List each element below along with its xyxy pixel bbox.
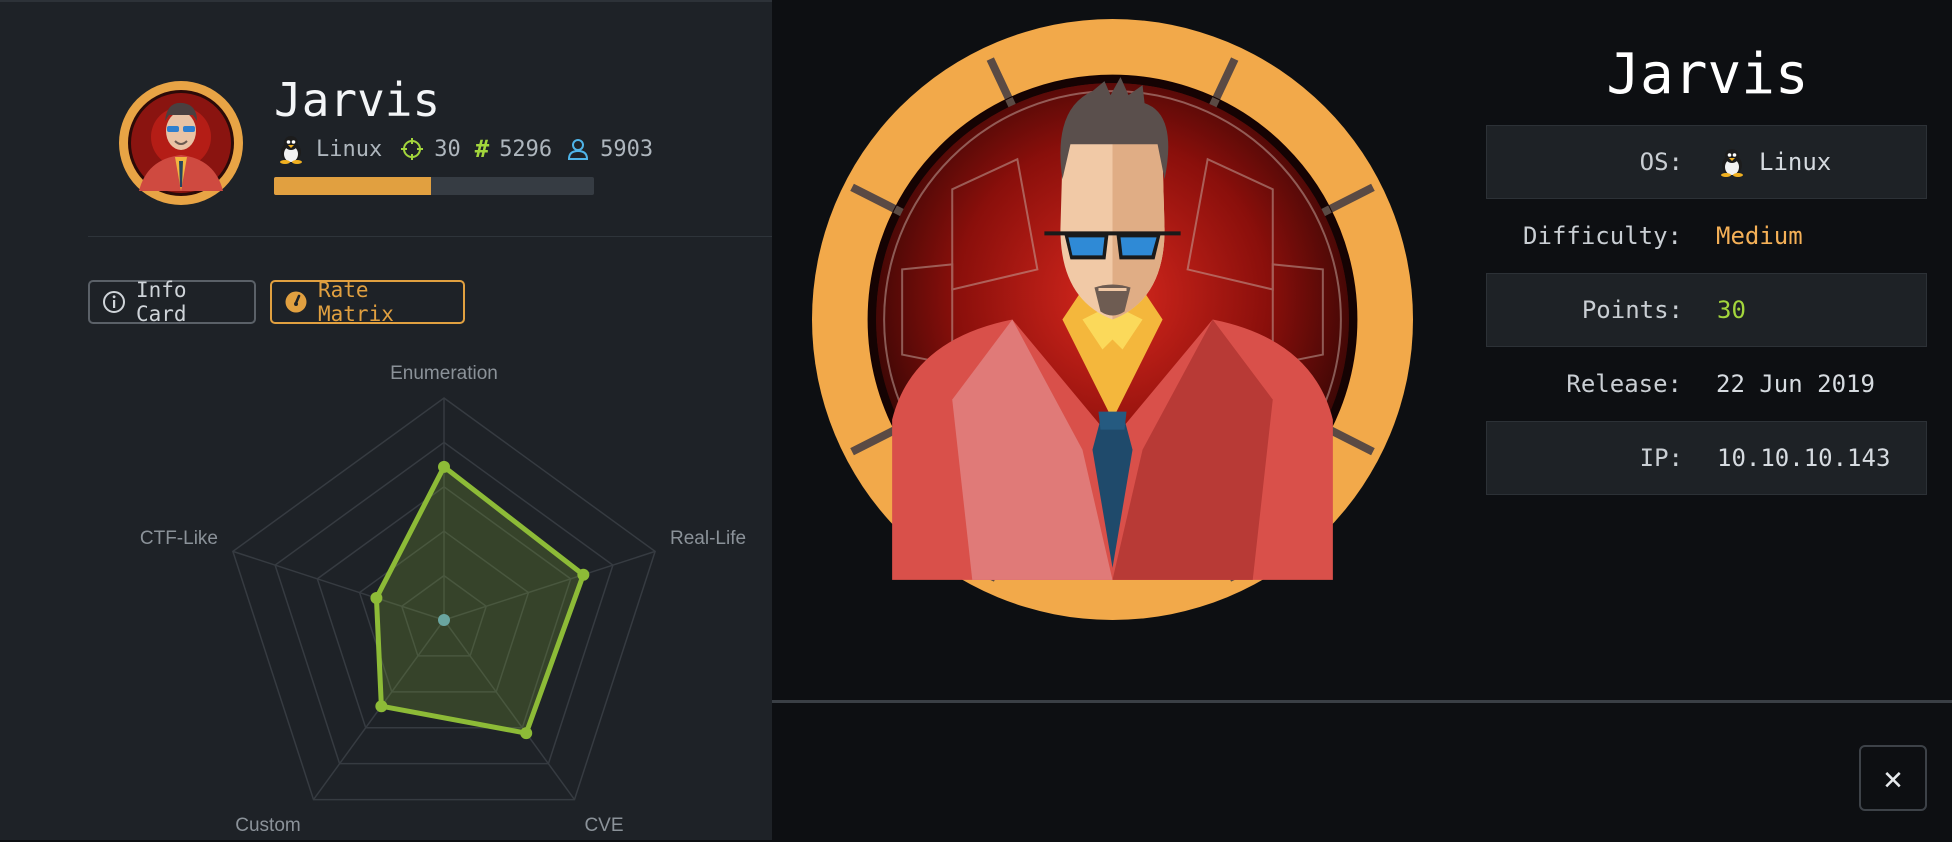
info-value-ip: 10.10.10.143 xyxy=(1717,444,1891,472)
machine-points: 30 xyxy=(434,136,461,162)
user-icon xyxy=(566,134,590,164)
info-card-label: Info Card xyxy=(136,278,187,326)
info-row-release: Release: 22 Jun 2019 xyxy=(1486,347,1927,421)
gauge-icon xyxy=(284,290,308,314)
machine-owns: 5296 xyxy=(499,136,553,162)
target-icon xyxy=(400,134,424,164)
rate-matrix-button[interactable]: Rate Matrix xyxy=(270,278,465,326)
machine-name: Jarvis xyxy=(274,73,441,127)
rate-matrix-label: Rate Matrix xyxy=(318,278,394,326)
info-label: OS: xyxy=(1639,148,1683,176)
radar-data-point[interactable] xyxy=(370,592,383,605)
info-value-points: 30 xyxy=(1717,296,1746,324)
info-label: Release: xyxy=(1566,370,1682,398)
hash-icon: # xyxy=(474,135,490,163)
info-row-os: OS: Linux xyxy=(1486,125,1927,199)
machine-stats: Linux 30 # 5296 5903 xyxy=(276,134,653,164)
radar-series-area xyxy=(373,464,586,736)
radar-data-point[interactable] xyxy=(375,700,388,713)
info-row-ip: IP: 10.10.10.143 xyxy=(1486,421,1927,495)
machine-avatar-large xyxy=(812,19,1413,620)
radar-center-point xyxy=(438,614,450,626)
info-value-os: Linux xyxy=(1717,147,1831,177)
divider xyxy=(88,236,772,237)
info-label: Difficulty: xyxy=(1523,222,1682,250)
progress-bar xyxy=(274,177,594,195)
info-row-difficulty: Difficulty: Medium xyxy=(1486,199,1927,273)
machine-info-table: OS: Linux Difficulty: Medium Points: 30 … xyxy=(1486,125,1927,495)
progress-fill xyxy=(274,177,431,195)
info-label: Points: xyxy=(1581,296,1683,324)
machine-users: 5903 xyxy=(600,136,654,162)
info-value-difficulty: Medium xyxy=(1716,222,1803,250)
linux-penguin-icon xyxy=(1717,147,1747,177)
close-icon: ✕ xyxy=(1883,759,1903,797)
radar-axis-label: Enumeration xyxy=(390,363,498,384)
detail-title: Jarvis xyxy=(1606,42,1809,107)
info-value-release: 22 Jun 2019 xyxy=(1716,370,1875,398)
machine-card-panel: Jarvis Linux 30 # 5296 5903 Info Card Ra… xyxy=(0,0,772,840)
info-os-text: Linux xyxy=(1759,148,1832,176)
machine-os: Linux xyxy=(316,136,383,162)
radar-data-point[interactable] xyxy=(577,568,590,581)
info-row-points: Points: 30 xyxy=(1486,273,1927,347)
info-card-button[interactable]: Info Card xyxy=(88,278,256,326)
radar-data-point[interactable] xyxy=(438,460,450,473)
linux-penguin-icon xyxy=(276,134,306,164)
close-button[interactable]: ✕ xyxy=(1859,745,1927,811)
info-label: IP: xyxy=(1639,444,1683,472)
rate-matrix-radar-chart: Enumeration Real-Life CVE Custom CTF-Like xyxy=(140,363,746,836)
radar-axis-label: Real-Life xyxy=(670,528,746,549)
machine-avatar xyxy=(119,81,243,205)
radar-axis-label: CTF-Like xyxy=(140,528,218,549)
footer-divider xyxy=(772,700,1952,703)
info-icon xyxy=(102,290,126,314)
radar-axis-label: Custom xyxy=(235,815,300,836)
radar-data-point[interactable] xyxy=(520,727,533,740)
radar-axis-label: CVE xyxy=(584,815,623,836)
